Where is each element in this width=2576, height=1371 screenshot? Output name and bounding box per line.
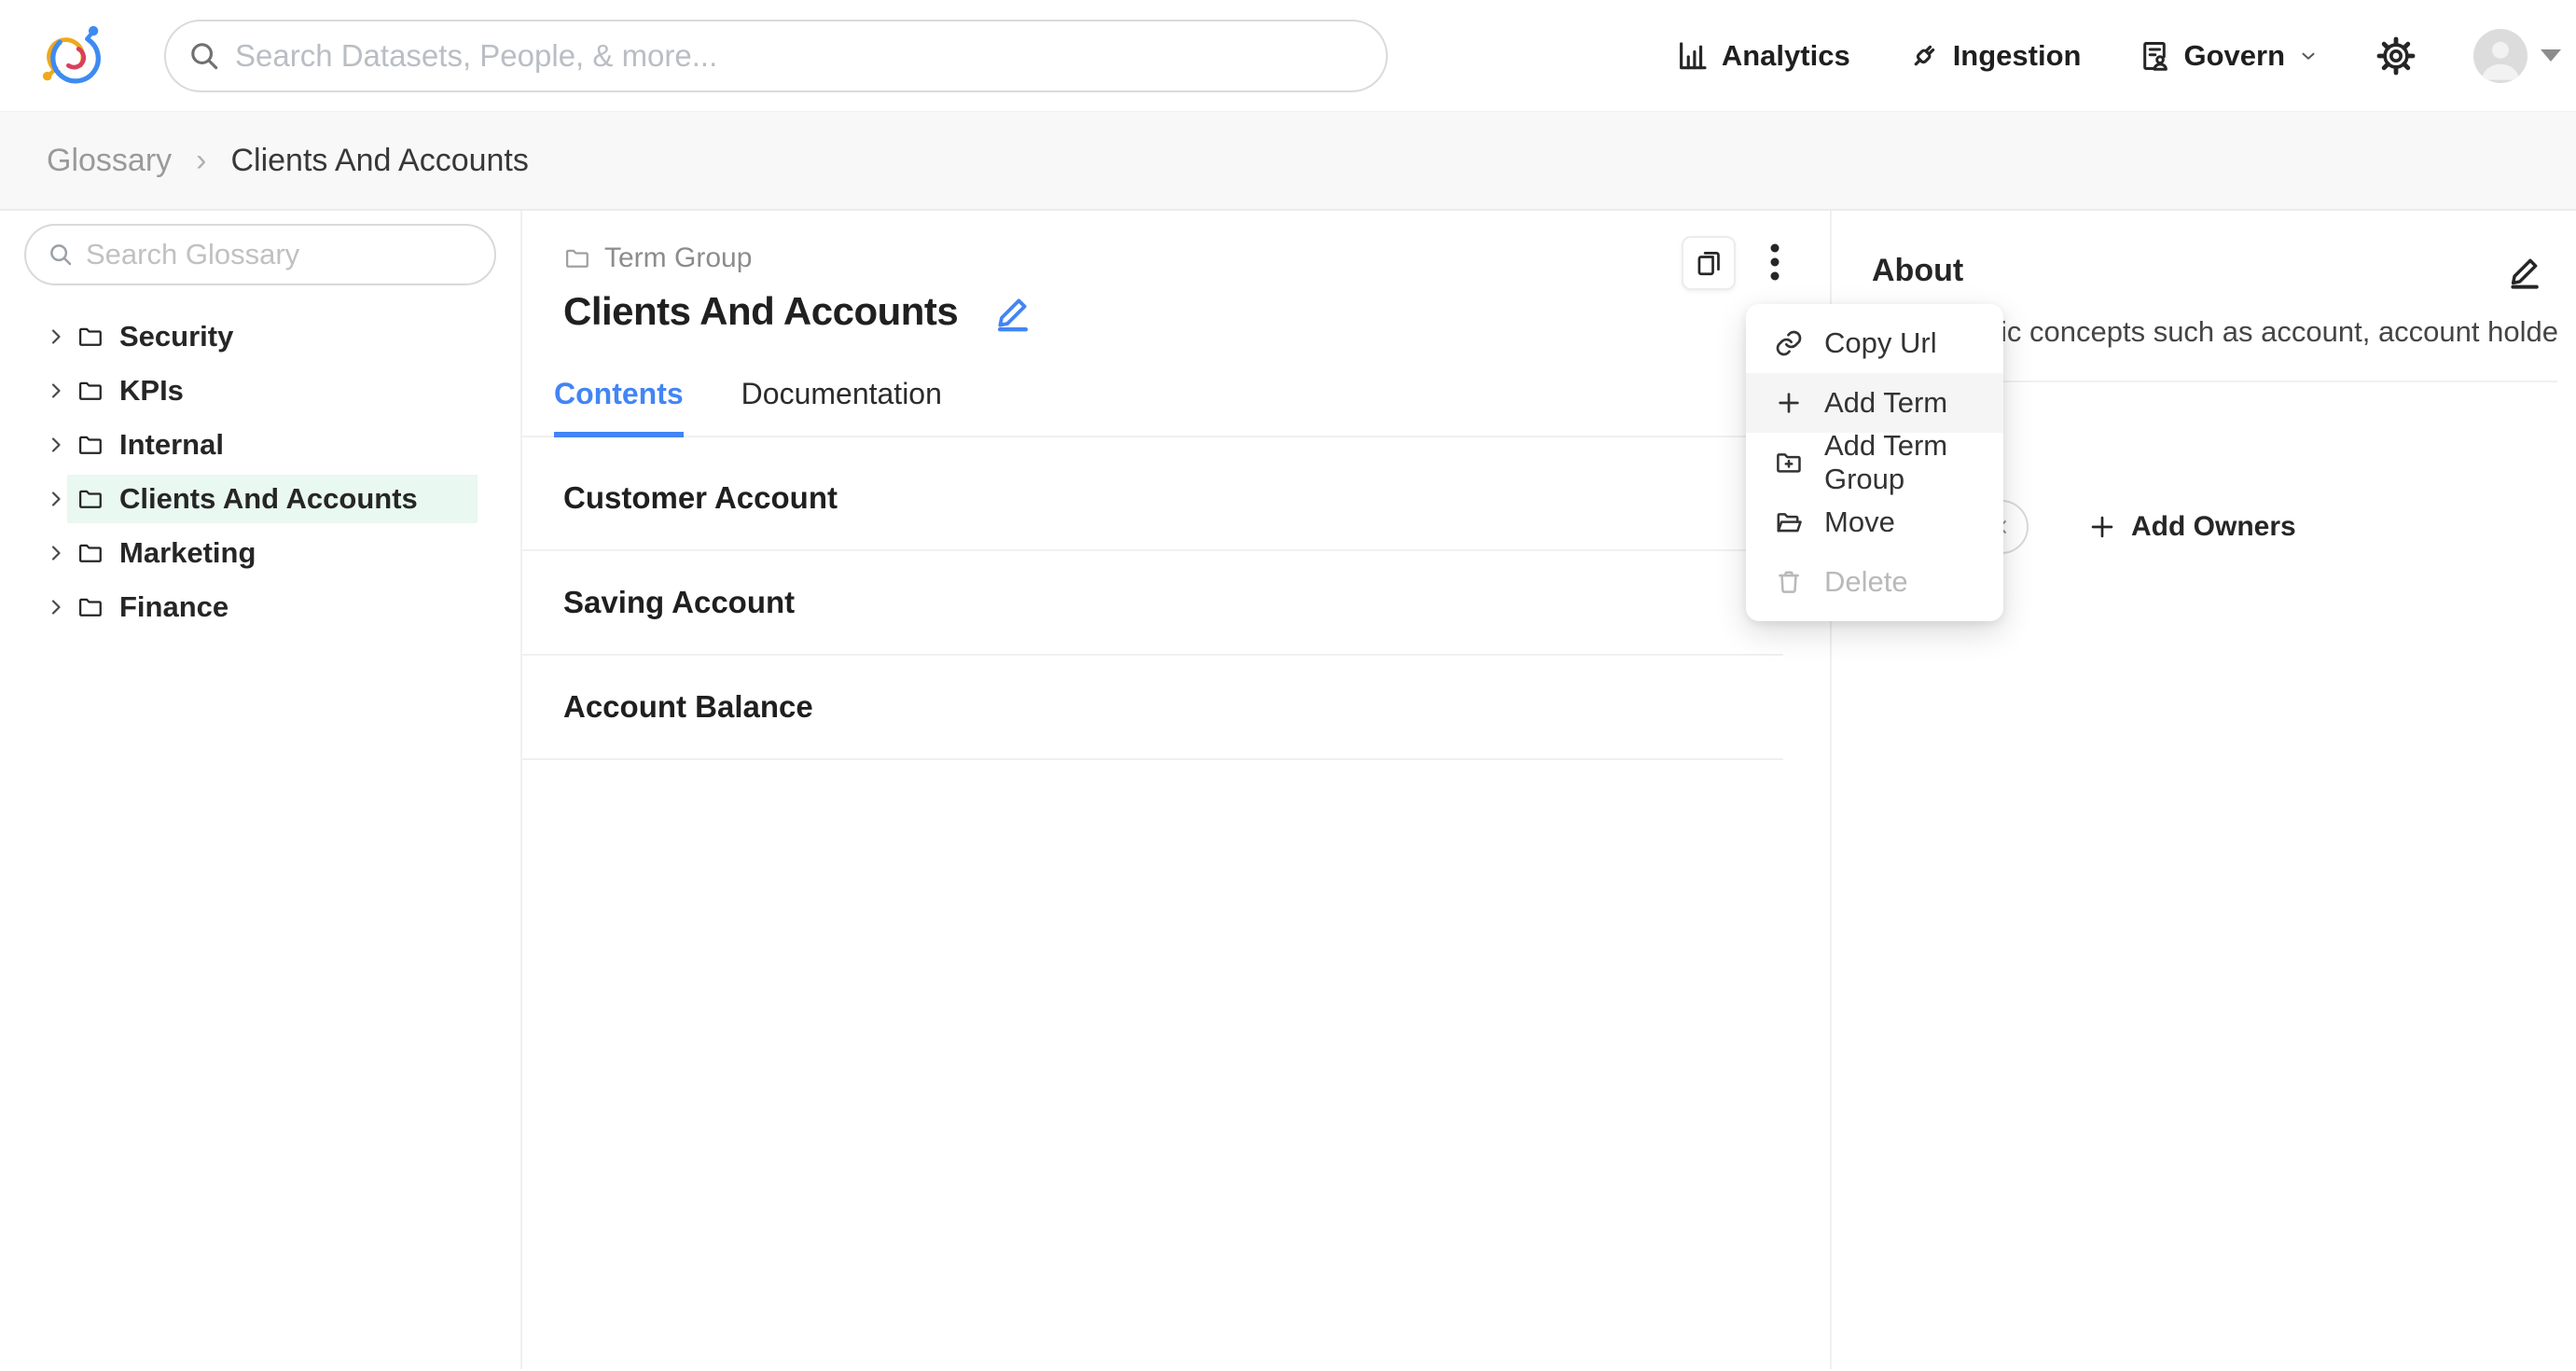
tree-item-label: Clients And Accounts xyxy=(119,482,418,516)
global-search-input[interactable] xyxy=(235,28,1386,84)
folder-icon xyxy=(76,377,104,405)
more-options-button[interactable] xyxy=(1754,236,1795,288)
menu-item-add-term-group[interactable]: Add Term Group xyxy=(1746,433,2003,492)
contents-list: Customer Account Saving Account Account … xyxy=(522,447,1783,760)
tree-item-security[interactable]: Security xyxy=(0,310,520,364)
chevron-down-icon xyxy=(2298,46,2319,66)
nav-ingestion[interactable]: Ingestion xyxy=(1906,38,2082,74)
tree-item-label: Security xyxy=(119,320,233,353)
datahub-logo[interactable] xyxy=(34,16,106,96)
breadcrumb-separator: › xyxy=(196,143,206,179)
term-name: Saving Account xyxy=(563,585,795,620)
term-name: Customer Account xyxy=(563,480,838,516)
glossary-sidebar: Security KPIs xyxy=(0,211,522,1369)
settings-gear-button[interactable] xyxy=(2375,35,2417,77)
menu-item-label: Add Term Group xyxy=(1824,429,2003,496)
chevron-right-icon[interactable] xyxy=(45,380,67,402)
plus-icon xyxy=(2086,511,2118,543)
plug-icon xyxy=(1906,38,1942,74)
main-tabs: Contents Documentation xyxy=(522,377,1830,437)
menu-item-delete: Delete xyxy=(1746,552,2003,612)
chevron-right-icon[interactable] xyxy=(45,434,67,456)
menu-item-copy-url[interactable]: Copy Url xyxy=(1746,313,2003,373)
nav-ingestion-label: Ingestion xyxy=(1953,39,2082,73)
tree-item-clients-and-accounts[interactable]: Clients And Accounts xyxy=(0,472,520,526)
tab-documentation[interactable]: Documentation xyxy=(741,377,942,437)
folder-icon xyxy=(76,539,104,567)
main-actions xyxy=(1682,236,1795,290)
nav-govern[interactable]: Govern xyxy=(2137,38,2319,74)
chevron-right-icon[interactable] xyxy=(45,488,67,510)
tree-item-kpis[interactable]: KPIs xyxy=(0,364,520,418)
search-icon xyxy=(47,241,75,269)
nav-analytics[interactable]: Analytics xyxy=(1675,38,1850,74)
nav-analytics-label: Analytics xyxy=(1722,39,1850,73)
menu-item-label: Delete xyxy=(1824,565,1908,599)
menu-item-add-term[interactable]: Add Term xyxy=(1746,373,2003,433)
tree-item-label: Marketing xyxy=(119,536,256,570)
context-menu: Copy Url Add Term Add Term Group xyxy=(1746,304,2003,621)
term-name: Account Balance xyxy=(563,689,813,725)
menu-item-label: Add Term xyxy=(1824,386,1947,420)
folder-icon xyxy=(563,244,591,272)
menu-item-label: Move xyxy=(1824,505,1895,539)
link-icon xyxy=(1774,328,1804,358)
menu-item-move[interactable]: Move xyxy=(1746,492,2003,552)
breadcrumb-glossary[interactable]: Glossary xyxy=(47,143,172,179)
glossary-search-input[interactable] xyxy=(86,230,494,279)
entity-type-label: Term Group xyxy=(604,242,752,274)
copy-button[interactable] xyxy=(1682,236,1736,290)
list-item[interactable]: Saving Account xyxy=(522,551,1783,656)
vertical-dots-icon xyxy=(1756,238,1794,286)
nav-govern-label: Govern xyxy=(2183,39,2285,73)
chevron-right-icon[interactable] xyxy=(45,596,67,618)
glossary-tree: Security KPIs xyxy=(0,310,520,634)
tree-item-label: KPIs xyxy=(119,374,184,408)
top-nav-links: Analytics Ingestion xyxy=(1675,29,2561,83)
copy-icon xyxy=(1693,247,1724,279)
datahub-glossary-page: Analytics Ingestion xyxy=(0,0,2576,1371)
breadcrumb-current: Clients And Accounts xyxy=(230,143,528,179)
plus-icon xyxy=(1774,388,1804,418)
user-menu[interactable] xyxy=(2473,29,2561,83)
global-search xyxy=(164,20,1388,92)
folder-open-icon xyxy=(1774,507,1804,537)
menu-item-label: Copy Url xyxy=(1824,326,1937,360)
tree-item-finance[interactable]: Finance xyxy=(0,580,520,634)
tree-item-internal[interactable]: Internal xyxy=(0,418,520,472)
chevron-right-icon[interactable] xyxy=(45,542,67,564)
govern-doc-icon xyxy=(2137,38,2172,74)
edit-title-icon[interactable] xyxy=(991,289,1036,334)
about-description: ic concepts such as account, account hol… xyxy=(2001,315,2557,349)
folder-icon xyxy=(76,323,104,351)
tree-item-label: Internal xyxy=(119,428,224,462)
bar-chart-icon xyxy=(1675,38,1710,74)
tree-item-marketing[interactable]: Marketing xyxy=(0,526,520,580)
page-title: Clients And Accounts xyxy=(563,289,958,334)
edit-about-icon[interactable] xyxy=(2505,250,2546,291)
avatar xyxy=(2473,29,2528,83)
add-owners-label: Add Owners xyxy=(2131,511,2296,543)
about-heading: About xyxy=(1872,253,1963,289)
gear-icon xyxy=(2375,35,2417,77)
folder-icon xyxy=(76,431,104,459)
term-group-main: Term Group Clients And Accounts xyxy=(522,211,1830,1369)
glossary-search xyxy=(24,224,496,285)
list-item[interactable]: Account Balance xyxy=(522,656,1783,760)
entity-type: Term Group xyxy=(563,242,1830,274)
caret-down-icon xyxy=(2541,49,2561,62)
folder-icon xyxy=(76,593,104,621)
tab-contents[interactable]: Contents xyxy=(554,377,684,437)
search-icon xyxy=(187,38,222,74)
add-owners-button[interactable]: Add Owners xyxy=(2086,511,2296,543)
top-nav: Analytics Ingestion xyxy=(0,0,2576,112)
breadcrumb: Glossary › Clients And Accounts xyxy=(0,112,2576,211)
chevron-right-icon[interactable] xyxy=(45,325,67,348)
tree-item-label: Finance xyxy=(119,590,229,624)
list-item[interactable]: Customer Account xyxy=(522,447,1783,551)
folder-icon xyxy=(76,485,104,513)
folder-plus-icon xyxy=(1774,448,1804,478)
trash-icon xyxy=(1774,567,1804,597)
